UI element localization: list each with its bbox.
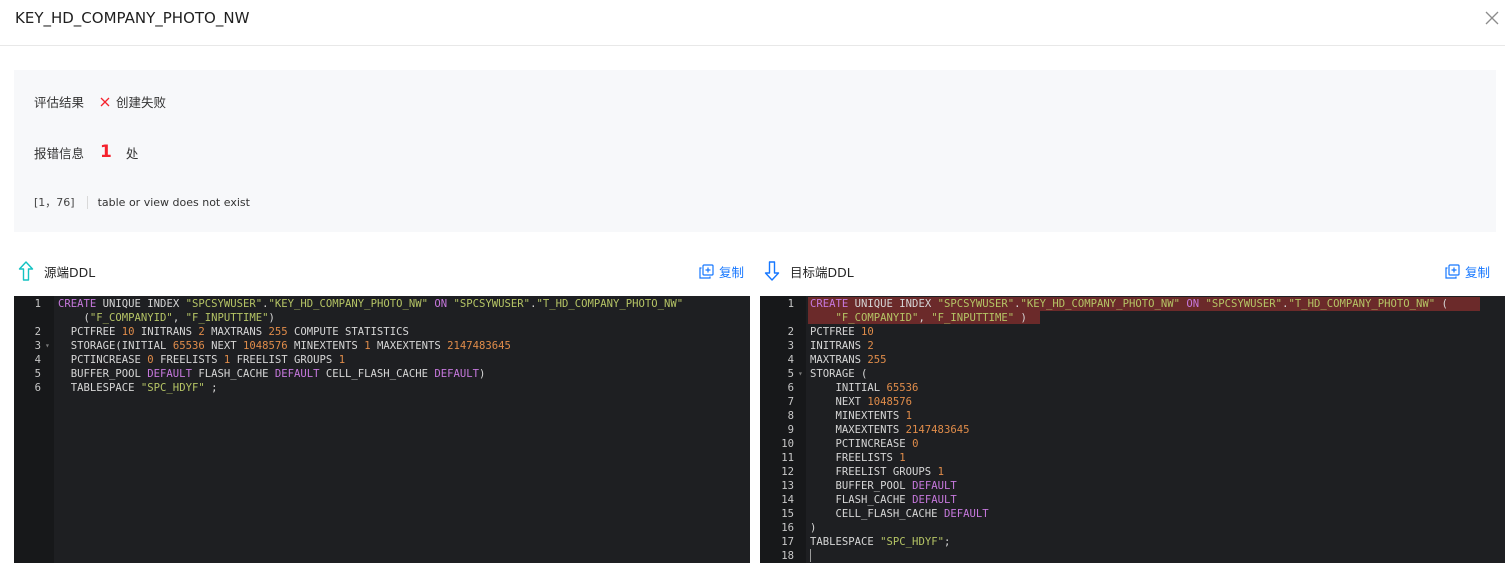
line-number: 10 <box>781 438 794 450</box>
line-number: 1 <box>34 298 41 310</box>
code-line: INITIAL 65536 <box>810 382 919 394</box>
line-number: 2 <box>34 326 41 338</box>
line-number: 15 <box>781 508 794 520</box>
line-number: 12 <box>781 466 794 478</box>
error-label: 报错信息 <box>34 145 85 161</box>
source-code-editor[interactable]: 1 CREATE UNIQUE INDEX "SPCSYWUSER"."KEY_H… <box>14 296 750 563</box>
code-line: CREATE UNIQUE INDEX "SPCSYWUSER"."KEY_HD… <box>810 298 1448 310</box>
line-number: 7 <box>787 396 794 408</box>
fold-toggle-icon[interactable]: ▾ <box>45 339 50 353</box>
line-number: 4 <box>787 354 794 366</box>
code-line: STORAGE(INITIAL 65536 NEXT 1048576 MINEX… <box>58 340 511 352</box>
code-line: FREELISTS 1 <box>810 452 906 464</box>
line-number: 1 <box>787 298 794 310</box>
code-line: CELL_FLASH_CACHE DEFAULT <box>810 508 989 520</box>
code-line: FLASH_CACHE DEFAULT <box>810 494 957 506</box>
code-line: BUFFER_POOL DEFAULT FLASH_CACHE DEFAULT … <box>58 368 486 380</box>
code-line: PCTINCREASE 0 <box>810 438 919 450</box>
line-number: 17 <box>781 536 794 548</box>
code-line: TABLESPACE "SPC_HDYF"; <box>810 536 951 548</box>
code-line: ("F_COMPANYID", "F_INPUTTIME") <box>58 312 275 324</box>
line-number: 3 <box>787 340 794 352</box>
code-line: MINEXTENTS 1 <box>810 410 913 422</box>
source-copy-button[interactable]: 复制 <box>699 262 744 281</box>
code-line: MAXTRANS 255 <box>810 354 887 366</box>
result-status: 创建失败 <box>100 92 166 111</box>
code-line: FREELIST GROUPS 1 <box>810 466 944 478</box>
line-number: 3 <box>34 340 41 352</box>
result-label: 评估结果 <box>34 95 85 110</box>
target-ddl-header: 目标端DDL <box>764 258 854 284</box>
code-line: INITRANS 2 <box>810 340 874 352</box>
error-message: table or view does not exist <box>97 195 250 209</box>
code-line: BUFFER_POOL DEFAULT <box>810 480 957 492</box>
arrow-down-icon <box>764 261 780 281</box>
code-line: PCTINCREASE 0 FREELISTS 1 FREELIST GROUP… <box>58 354 346 366</box>
copy-icon <box>699 264 714 279</box>
target-copy-label: 复制 <box>1465 265 1491 280</box>
fold-toggle-icon[interactable]: ▾ <box>798 367 803 381</box>
source-ddl-title: 源端DDL <box>44 264 96 280</box>
line-number: 2 <box>787 326 794 338</box>
line-number: 13 <box>781 480 794 492</box>
code-line: CREATE UNIQUE INDEX "SPCSYWUSER"."KEY_HD… <box>58 298 684 310</box>
error-count: 1 <box>100 142 112 162</box>
line-number: 11 <box>781 452 794 464</box>
source-ddl-header: 源端DDL <box>18 258 95 284</box>
code-line: TABLESPACE "SPC_HDYF" ; <box>58 382 218 394</box>
error-unit: 处 <box>125 145 139 161</box>
code-line: MAXEXTENTS 2147483645 <box>810 424 970 436</box>
source-copy-label: 复制 <box>719 265 745 280</box>
line-number <box>14 311 41 325</box>
line-number: 9 <box>787 424 794 436</box>
divider <box>86 195 88 209</box>
line-number: 18 <box>781 550 794 562</box>
code-line: NEXT 1048576 <box>810 396 913 408</box>
line-number: 5 <box>34 368 41 380</box>
target-code-editor[interactable]: 1 CREATE UNIQUE INDEX "SPCSYWUSER"."KEY_H… <box>760 296 1505 563</box>
line-number: 16 <box>781 522 794 534</box>
dialog-header: KEY_HD_COMPANY_PHOTO_NW <box>0 0 1505 46</box>
line-number: 6 <box>34 382 41 394</box>
target-copy-button[interactable]: 复制 <box>1445 262 1490 281</box>
fail-icon <box>100 97 110 106</box>
error-row: 报错信息 1 处 <box>34 142 138 162</box>
close-icon[interactable] <box>1485 11 1499 25</box>
line-number: 6 <box>787 382 794 394</box>
text-cursor <box>810 549 811 562</box>
assessment-panel: 评估结果 创建失败 报错信息 1 处 [1，76] table or view … <box>14 70 1496 232</box>
line-number: 14 <box>781 494 794 506</box>
line-number: 5 <box>787 368 794 380</box>
code-line: "F_COMPANYID", "F_INPUTTIME" ) <box>835 312 1027 324</box>
code-line: PCTFREE 10 <box>810 326 874 338</box>
target-ddl-title: 目标端DDL <box>790 264 854 280</box>
dialog-title: KEY_HD_COMPANY_PHOTO_NW <box>15 9 250 27</box>
line-number: 8 <box>787 410 794 422</box>
error-position[interactable]: [1，76] <box>34 194 75 210</box>
result-row: 评估结果 创建失败 <box>34 92 166 111</box>
code-line: STORAGE ( <box>810 368 868 380</box>
code-line: PCTFREE 10 INITRANS 2 MAXTRANS 255 COMPU… <box>58 326 409 338</box>
error-detail-row: [1，76] table or view does not exist <box>34 194 250 210</box>
result-value: 创建失败 <box>116 95 167 110</box>
code-line: ) <box>810 522 817 534</box>
arrow-up-icon <box>18 261 34 281</box>
line-number: 4 <box>34 354 41 366</box>
line-number <box>760 311 794 325</box>
copy-icon <box>1445 264 1460 279</box>
